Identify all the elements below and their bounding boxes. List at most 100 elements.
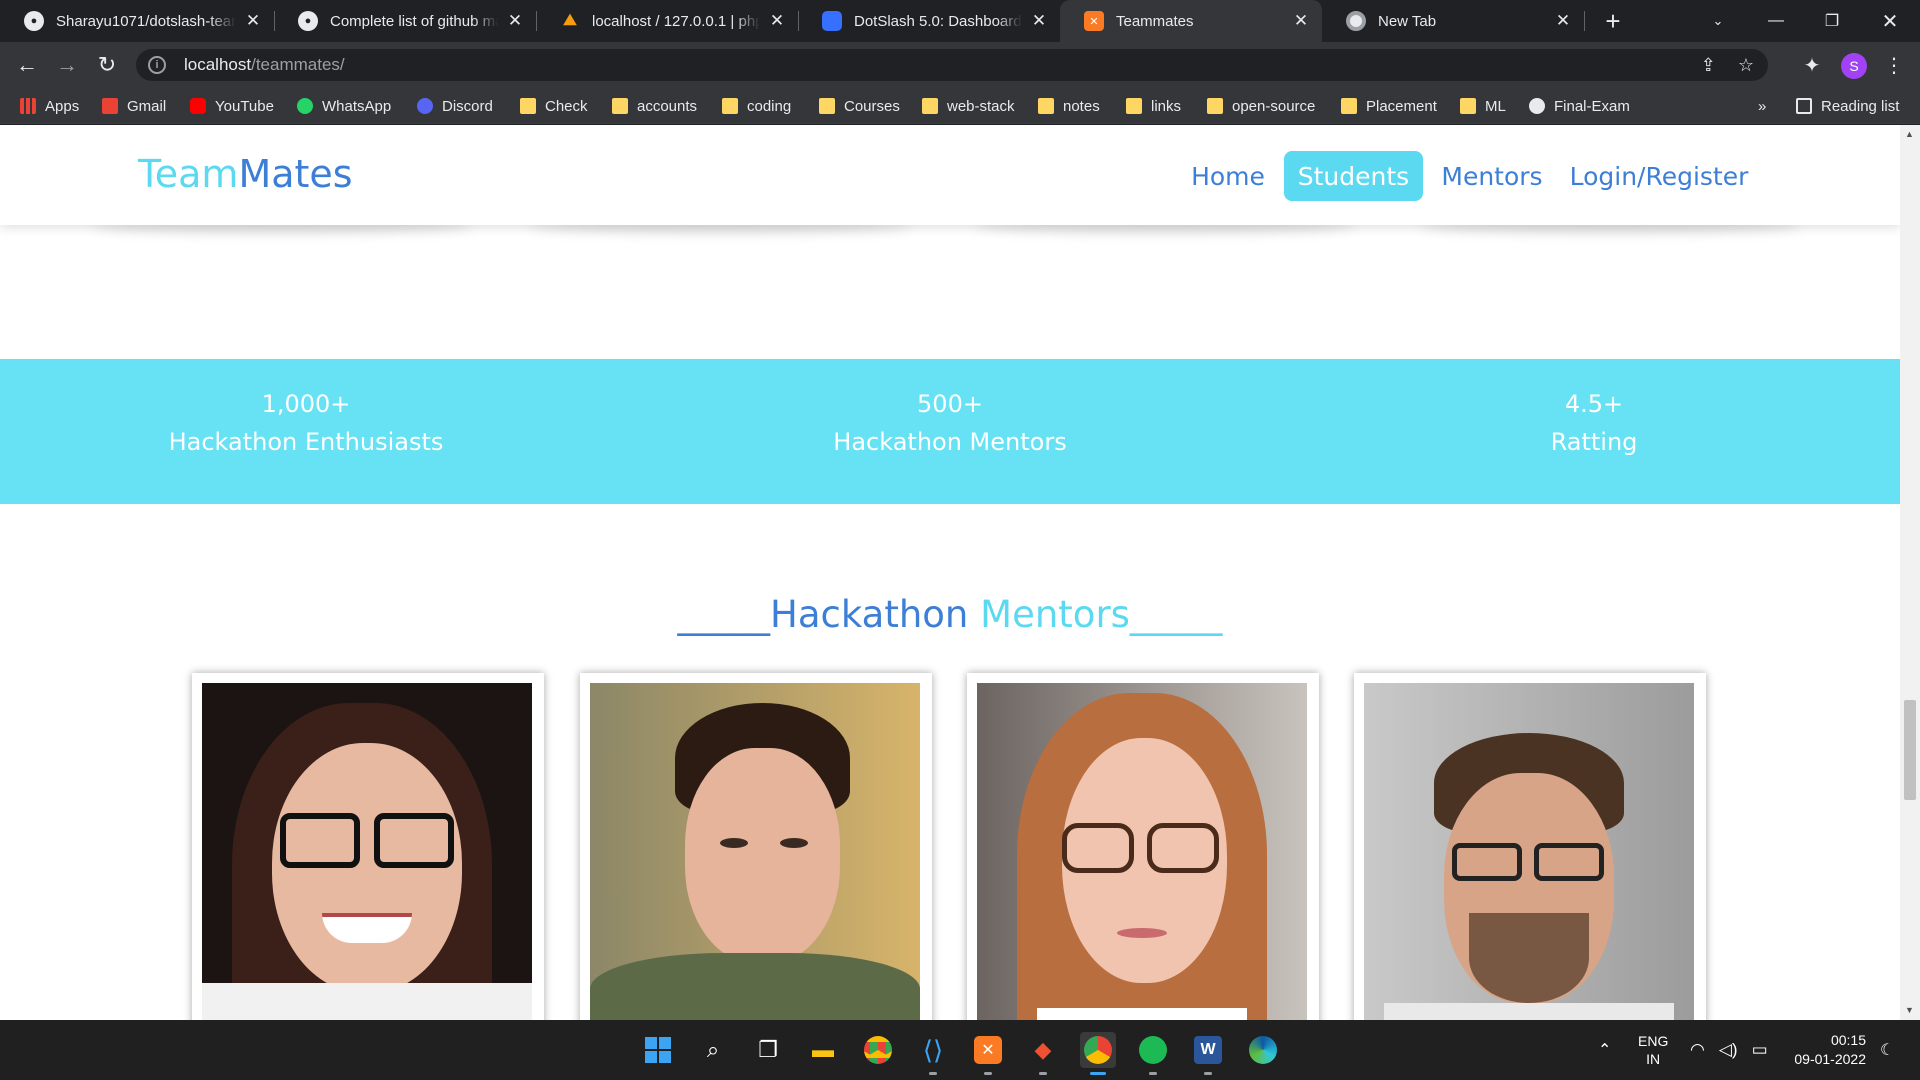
tab-teammates[interactable]: ✕ Teammates ✕ [1060,0,1322,42]
site-navbar: TeamMates Home Students Mentors Login/Re… [0,125,1900,225]
apps-grid-icon [20,98,36,114]
bookmark-folder-check[interactable]: Check [520,88,588,124]
bookmark-star-icon[interactable]: ☆ [1738,55,1754,76]
bookmark-folder-links[interactable]: links [1126,88,1181,124]
bookmarks-overflow-button[interactable]: » [1758,88,1766,124]
tab-devfolio[interactable]: DotSlash 5.0: Dashboard | D ✕ [798,0,1060,42]
stat-label: Ratting [1550,428,1638,456]
language-indicator[interactable]: ENG IN [1638,1020,1668,1080]
nav-home[interactable]: Home [1180,151,1276,201]
nav-login-register[interactable]: Login/Register [1566,151,1752,201]
stat-value: 1,000+ [261,390,351,418]
bookmark-apps[interactable]: Apps [20,88,79,124]
close-icon[interactable]: ✕ [244,11,262,31]
site-info-icon[interactable]: i [148,56,166,74]
menu-kebab-icon[interactable]: ⋮ [1880,51,1908,79]
scroll-up-arrow-icon[interactable]: ▲ [1905,129,1914,139]
bookmark-youtube[interactable]: YouTube [190,88,274,124]
bookmark-final-exam[interactable]: Final-Exam [1529,88,1630,124]
edge-icon[interactable] [1245,1032,1281,1068]
battery-icon[interactable]: ▭ [1752,1040,1768,1060]
bookmark-discord[interactable]: Discord [417,88,493,124]
extensions-puzzle-icon[interactable]: ✦ [1798,51,1826,79]
word-icon[interactable]: W [1190,1032,1226,1068]
chrome-profile-icon[interactable] [1080,1032,1116,1068]
forward-button[interactable]: → [52,50,82,80]
stat-label: Hackathon Mentors [833,428,1067,456]
new-tab-button[interactable]: + [1598,6,1628,36]
windows-start-icon[interactable] [640,1032,676,1068]
bookmark-folder-web-stack[interactable]: web-stack [922,88,1015,124]
scroll-down-arrow-icon[interactable]: ▼ [1905,1005,1914,1015]
folder-icon [1038,98,1054,114]
tab-new-tab[interactable]: New Tab ✕ [1322,0,1584,42]
reload-button[interactable]: ↻ [92,50,122,80]
address-bar[interactable]: i localhost/teammates/ ⇪ ☆ [136,49,1768,81]
nav-students[interactable]: Students [1284,151,1423,201]
close-icon[interactable]: ✕ [1030,11,1048,31]
mentors-section-heading: _____Hackathon Mentors_____ [677,593,1223,636]
close-icon[interactable]: ✕ [506,11,524,31]
folder-icon [819,98,835,114]
close-icon[interactable]: ✕ [768,11,786,31]
bookmark-folder-ml[interactable]: ML [1460,88,1506,124]
page-scrollbar[interactable]: ▲ ▼ [1900,125,1920,1020]
vscode-icon[interactable]: ⟨⟩ [915,1032,951,1068]
globe-icon [1529,98,1545,114]
nav-mentors[interactable]: Mentors [1436,151,1548,201]
bookmark-gmail[interactable]: Gmail [102,88,166,124]
folder-icon [1341,98,1357,114]
bookmark-folder-accounts[interactable]: accounts [612,88,697,124]
tab-github-markdown[interactable]: ● Complete list of github mar ✕ [274,0,536,42]
mentor-card[interactable] [580,673,932,1020]
close-window-button[interactable]: ✕ [1862,0,1918,42]
search-icon[interactable]: ⌕ [695,1032,731,1068]
site-logo[interactable]: TeamMates [138,152,353,196]
xampp-icon[interactable]: ✕ [970,1032,1006,1068]
wifi-icon[interactable]: ◠ [1690,1040,1705,1060]
bookmark-folder-notes[interactable]: notes [1038,88,1100,124]
mentor-photo [202,683,532,1020]
mentor-card[interactable] [967,673,1319,1020]
git-icon[interactable]: ◆ [1025,1032,1061,1068]
youtube-icon [190,98,206,114]
bookmark-whatsapp[interactable]: WhatsApp [297,88,391,124]
mentor-card[interactable] [1354,673,1706,1020]
folder-icon [520,98,536,114]
file-explorer-icon[interactable]: ▬ [805,1032,841,1068]
scrollbar-thumb[interactable] [1904,700,1916,800]
xampp-icon: ✕ [1084,11,1104,31]
stats-banner: 1,000+ Hackathon Enthusiasts 500+ Hackat… [0,359,1900,504]
reading-list-button[interactable]: Reading list [1796,88,1899,124]
minimize-button[interactable]: — [1748,0,1804,42]
share-icon[interactable]: ⇪ [1701,55,1716,76]
tab-phpmyadmin[interactable]: ⛰ localhost / 127.0.0.1 | phpM ✕ [536,0,798,42]
system-tray-icons[interactable]: ◠ ◁) ▭ [1690,1020,1768,1080]
stat-mentors: 500+ Hackathon Mentors [750,385,1150,461]
notifications-moon-icon[interactable]: ☾ [1880,1020,1894,1080]
bookmark-folder-placement[interactable]: Placement [1341,88,1437,124]
bookmark-folder-open-source[interactable]: open-source [1207,88,1315,124]
task-view-icon[interactable]: ❐ [750,1032,786,1068]
back-button[interactable]: ← [12,50,42,80]
folder-icon [1207,98,1223,114]
tab-search-button[interactable]: ⌄ [1690,0,1746,42]
whatsapp-icon [297,98,313,114]
mentor-card[interactable] [192,673,544,1020]
close-icon[interactable]: ✕ [1554,11,1572,31]
chrome-icon [1346,11,1366,31]
chrome-icon[interactable] [860,1032,896,1068]
bookmark-folder-coding[interactable]: coding [722,88,791,124]
bookmark-folder-courses[interactable]: Courses [819,88,900,124]
show-hidden-icons-chevron[interactable]: ⌃ [1598,1020,1611,1080]
mentor-photo [1364,683,1694,1020]
profile-avatar[interactable]: S [1841,53,1867,79]
restore-button[interactable]: ❐ [1804,0,1860,42]
volume-icon[interactable]: ◁) [1719,1040,1738,1060]
clock[interactable]: 00:15 09-01-2022 [1788,1020,1866,1080]
devfolio-icon [822,11,842,31]
spotify-icon[interactable] [1135,1032,1171,1068]
close-icon[interactable]: ✕ [1292,11,1310,31]
tab-title: Complete list of github mar [330,12,498,30]
tab-github-dotslash[interactable]: ● Sharayu1071/dotslash-team ✕ [0,0,274,42]
